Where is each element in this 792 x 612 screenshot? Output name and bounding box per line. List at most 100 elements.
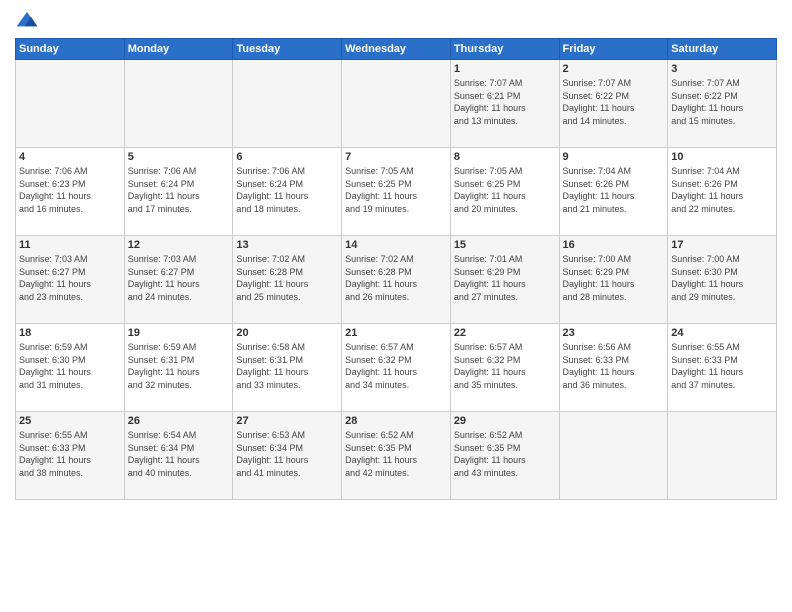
day-number: 15 (454, 239, 556, 251)
day-info: Sunrise: 6:55 AM Sunset: 6:33 PM Dayligh… (19, 429, 121, 479)
day-number: 26 (128, 415, 230, 427)
day-info: Sunrise: 7:06 AM Sunset: 6:23 PM Dayligh… (19, 165, 121, 215)
calendar-week-2: 4Sunrise: 7:06 AM Sunset: 6:23 PM Daylig… (16, 148, 777, 236)
calendar-cell (124, 60, 233, 148)
day-number: 12 (128, 239, 230, 251)
day-header-thursday: Thursday (450, 39, 559, 60)
day-info: Sunrise: 6:55 AM Sunset: 6:33 PM Dayligh… (671, 341, 773, 391)
day-number: 23 (563, 327, 665, 339)
calendar-cell: 28Sunrise: 6:52 AM Sunset: 6:35 PM Dayli… (342, 412, 451, 500)
calendar-cell: 29 Sunrise: 6:52 AM Sunset: 6:35 PM Dayli… (450, 412, 559, 500)
calendar-cell: 24 Sunrise: 6:55 AM Sunset: 6:33 PM Dayli… (668, 324, 777, 412)
day-number: 22 (454, 327, 556, 339)
calendar-cell: 11 Sunrise: 7:03 AM Sunset: 6:27 PM Dayli… (16, 236, 125, 324)
day-info: Sunrise: 7:00 AM Sunset: 6:30 PM Dayligh… (671, 253, 773, 303)
day-info: Sunrise: 7:06 AM Sunset: 6:24 PM Dayligh… (236, 165, 338, 215)
logo (15, 10, 43, 30)
calendar-cell: 25 Sunrise: 6:55 AM Sunset: 6:33 PM Dayli… (16, 412, 125, 500)
day-info: Sunrise: 7:05 AM Sunset: 6:25 PM Dayligh… (454, 165, 556, 215)
calendar-cell: 23 Sunrise: 6:56 AM Sunset: 6:33 PM Dayli… (559, 324, 668, 412)
logo-icon (15, 10, 39, 30)
header-row: SundayMondayTuesdayWednesdayThursdayFrid… (16, 39, 777, 60)
day-info: Sunrise: 7:07 AM Sunset: 6:22 PM Dayligh… (671, 77, 773, 127)
calendar-cell (233, 60, 342, 148)
day-info: Sunrise: 6:57 AM Sunset: 6:32 PM Dayligh… (454, 341, 556, 391)
calendar-cell (668, 412, 777, 500)
day-info: Sunrise: 7:01 AM Sunset: 6:29 PM Dayligh… (454, 253, 556, 303)
day-number: 5 (128, 151, 230, 163)
day-number: 6 (236, 151, 338, 163)
day-number: 2 (563, 63, 665, 75)
day-info: Sunrise: 7:00 AM Sunset: 6:29 PM Dayligh… (563, 253, 665, 303)
calendar-table: SundayMondayTuesdayWednesdayThursdayFrid… (15, 38, 777, 500)
calendar-week-3: 11 Sunrise: 7:03 AM Sunset: 6:27 PM Dayli… (16, 236, 777, 324)
day-info: Sunrise: 6:54 AM Sunset: 6:34 PM Dayligh… (128, 429, 230, 479)
calendar-week-1: 1Sunrise: 7:07 AM Sunset: 6:21 PM Daylig… (16, 60, 777, 148)
calendar-cell: 6 Sunrise: 7:06 AM Sunset: 6:24 PM Daylig… (233, 148, 342, 236)
day-header-monday: Monday (124, 39, 233, 60)
day-info: Sunrise: 6:59 AM Sunset: 6:31 PM Dayligh… (128, 341, 230, 391)
calendar-cell: 9 Sunrise: 7:04 AM Sunset: 6:26 PM Daylig… (559, 148, 668, 236)
day-number: 20 (236, 327, 338, 339)
calendar-cell: 26 Sunrise: 6:54 AM Sunset: 6:34 PM Dayli… (124, 412, 233, 500)
calendar-week-5: 25 Sunrise: 6:55 AM Sunset: 6:33 PM Dayli… (16, 412, 777, 500)
day-number: 10 (671, 151, 773, 163)
calendar-cell: 14 Sunrise: 7:02 AM Sunset: 6:28 PM Dayli… (342, 236, 451, 324)
day-number: 11 (19, 239, 121, 251)
calendar-cell: 22 Sunrise: 6:57 AM Sunset: 6:32 PM Dayli… (450, 324, 559, 412)
day-info: Sunrise: 7:07 AM Sunset: 6:22 PM Dayligh… (563, 77, 665, 127)
header (15, 10, 777, 30)
day-header-friday: Friday (559, 39, 668, 60)
calendar-cell: 15 Sunrise: 7:01 AM Sunset: 6:29 PM Dayli… (450, 236, 559, 324)
day-info: Sunrise: 7:04 AM Sunset: 6:26 PM Dayligh… (563, 165, 665, 215)
calendar-cell: 18Sunrise: 6:59 AM Sunset: 6:30 PM Dayli… (16, 324, 125, 412)
day-info: Sunrise: 6:57 AM Sunset: 6:32 PM Dayligh… (345, 341, 447, 391)
calendar-cell: 19Sunrise: 6:59 AM Sunset: 6:31 PM Dayli… (124, 324, 233, 412)
calendar-cell: 7Sunrise: 7:05 AM Sunset: 6:25 PM Daylig… (342, 148, 451, 236)
calendar-cell: 3 Sunrise: 7:07 AM Sunset: 6:22 PM Daylig… (668, 60, 777, 148)
day-number: 18 (19, 327, 121, 339)
day-number: 21 (345, 327, 447, 339)
calendar-cell: 8 Sunrise: 7:05 AM Sunset: 6:25 PM Daylig… (450, 148, 559, 236)
calendar-cell: 13Sunrise: 7:02 AM Sunset: 6:28 PM Dayli… (233, 236, 342, 324)
calendar-week-4: 18Sunrise: 6:59 AM Sunset: 6:30 PM Dayli… (16, 324, 777, 412)
day-number: 25 (19, 415, 121, 427)
day-header-tuesday: Tuesday (233, 39, 342, 60)
calendar-cell: 12 Sunrise: 7:03 AM Sunset: 6:27 PM Dayli… (124, 236, 233, 324)
day-info: Sunrise: 6:56 AM Sunset: 6:33 PM Dayligh… (563, 341, 665, 391)
day-number: 27 (236, 415, 338, 427)
day-number: 3 (671, 63, 773, 75)
day-info: Sunrise: 7:05 AM Sunset: 6:25 PM Dayligh… (345, 165, 447, 215)
calendar-cell: 20 Sunrise: 6:58 AM Sunset: 6:31 PM Dayli… (233, 324, 342, 412)
calendar-cell: 1Sunrise: 7:07 AM Sunset: 6:21 PM Daylig… (450, 60, 559, 148)
page: SundayMondayTuesdayWednesdayThursdayFrid… (0, 0, 792, 612)
day-info: Sunrise: 6:58 AM Sunset: 6:31 PM Dayligh… (236, 341, 338, 391)
day-info: Sunrise: 6:52 AM Sunset: 6:35 PM Dayligh… (345, 429, 447, 479)
calendar-cell (342, 60, 451, 148)
calendar-cell: 21 Sunrise: 6:57 AM Sunset: 6:32 PM Dayli… (342, 324, 451, 412)
calendar-cell: 2 Sunrise: 7:07 AM Sunset: 6:22 PM Daylig… (559, 60, 668, 148)
day-info: Sunrise: 6:53 AM Sunset: 6:34 PM Dayligh… (236, 429, 338, 479)
day-number: 14 (345, 239, 447, 251)
day-info: Sunrise: 7:03 AM Sunset: 6:27 PM Dayligh… (19, 253, 121, 303)
day-info: Sunrise: 7:02 AM Sunset: 6:28 PM Dayligh… (345, 253, 447, 303)
day-number: 8 (454, 151, 556, 163)
day-info: Sunrise: 7:06 AM Sunset: 6:24 PM Dayligh… (128, 165, 230, 215)
day-info: Sunrise: 7:02 AM Sunset: 6:28 PM Dayligh… (236, 253, 338, 303)
day-info: Sunrise: 7:03 AM Sunset: 6:27 PM Dayligh… (128, 253, 230, 303)
day-number: 29 (454, 415, 556, 427)
calendar-cell: 10Sunrise: 7:04 AM Sunset: 6:26 PM Dayli… (668, 148, 777, 236)
day-info: Sunrise: 7:07 AM Sunset: 6:21 PM Dayligh… (454, 77, 556, 127)
calendar-cell: 17 Sunrise: 7:00 AM Sunset: 6:30 PM Dayli… (668, 236, 777, 324)
day-number: 16 (563, 239, 665, 251)
day-number: 9 (563, 151, 665, 163)
calendar-cell: 5 Sunrise: 7:06 AM Sunset: 6:24 PM Daylig… (124, 148, 233, 236)
calendar-cell (16, 60, 125, 148)
calendar-cell: 4Sunrise: 7:06 AM Sunset: 6:23 PM Daylig… (16, 148, 125, 236)
day-header-wednesday: Wednesday (342, 39, 451, 60)
day-info: Sunrise: 6:52 AM Sunset: 6:35 PM Dayligh… (454, 429, 556, 479)
day-header-sunday: Sunday (16, 39, 125, 60)
day-number: 17 (671, 239, 773, 251)
calendar-cell (559, 412, 668, 500)
day-number: 24 (671, 327, 773, 339)
